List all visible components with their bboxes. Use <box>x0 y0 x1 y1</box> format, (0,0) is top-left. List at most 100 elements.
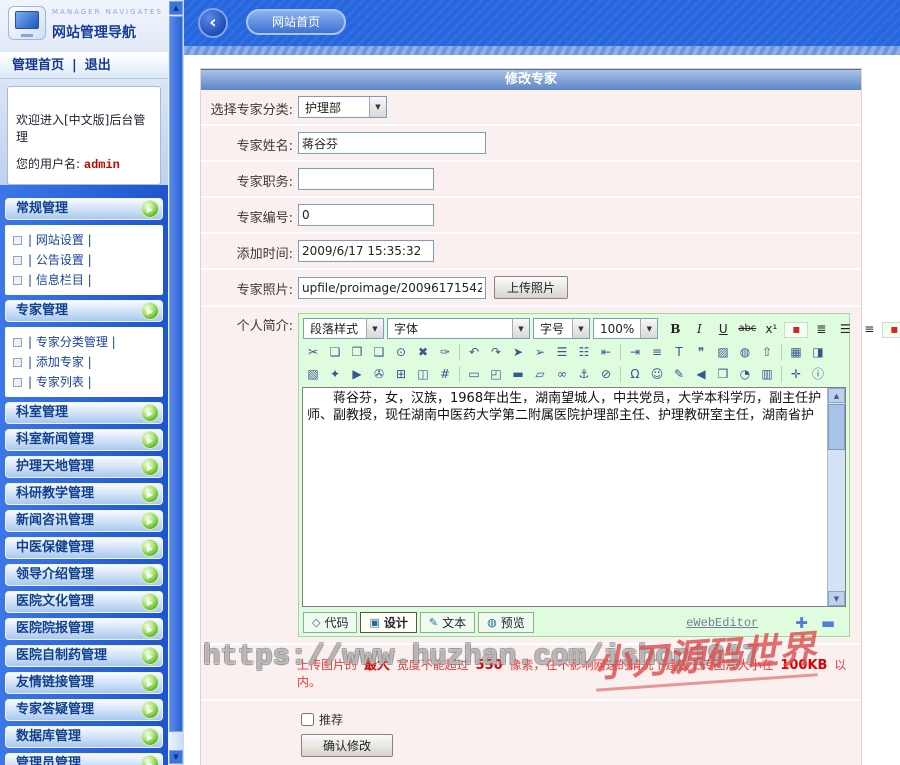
paste-icon[interactable]: ❐ <box>347 343 367 361</box>
bold-button[interactable]: B <box>664 320 686 338</box>
scroll-down-icon[interactable]: ▼ <box>169 750 183 764</box>
logout-link[interactable]: 退出 <box>85 58 111 73</box>
anchor-icon[interactable]: ⚓ <box>574 365 594 383</box>
expert-position-input[interactable] <box>298 168 434 190</box>
sidebar-group[interactable]: 常规管理 ▶ <box>5 198 163 220</box>
paragraph-style-select[interactable]: 段落样式 ▼ <box>303 318 384 339</box>
marquee-icon[interactable]: ▱ <box>530 365 550 383</box>
font-select[interactable]: 字体 ▼ <box>387 318 530 339</box>
align-left-button[interactable]: ≣ <box>810 320 832 338</box>
sidebar-group[interactable]: 科研教学管理 ▶ <box>5 483 163 505</box>
select-all-icon[interactable]: ➢ <box>530 343 550 361</box>
frame-icon[interactable]: ▭ <box>464 365 484 383</box>
flash-icon[interactable]: ✦ <box>325 365 345 383</box>
clipart-icon[interactable]: ❒ <box>713 365 733 383</box>
plus-icon[interactable]: ✚ <box>795 614 808 632</box>
minus-icon[interactable]: ▬ <box>821 614 835 632</box>
recommend-checkbox[interactable] <box>301 713 314 726</box>
font-size-select[interactable]: 字号 ▼ <box>533 318 590 339</box>
intro-text[interactable]: 蒋谷芬，女，汉族，1968年出生，湖南望城人，中共党员，大学本科学历，副主任护师… <box>303 388 845 426</box>
emoticon-icon[interactable]: ☺ <box>647 365 667 383</box>
expert-number-input[interactable] <box>298 204 434 226</box>
layer-icon[interactable]: ◰ <box>486 365 506 383</box>
scroll-down-icon[interactable]: ▼ <box>828 591 845 606</box>
copy-icon[interactable]: ❏ <box>325 343 345 361</box>
cut-icon[interactable]: ✂ <box>303 343 323 361</box>
globe-icon[interactable]: ◍ <box>735 343 755 361</box>
undo-icon[interactable]: ↶ <box>464 343 484 361</box>
snapshot-icon[interactable]: ◨ <box>808 343 828 361</box>
quote-icon[interactable]: ❞ <box>691 343 711 361</box>
sidebar-group[interactable]: 中医保健管理 ▶ <box>5 537 163 559</box>
admin-home-link[interactable]: 管理首页 <box>12 58 64 73</box>
first-line-indent-icon[interactable]: ≡ <box>647 343 667 361</box>
tab-preview[interactable]: ◍ 预览 <box>478 612 534 633</box>
background-icon[interactable]: ▨ <box>713 343 733 361</box>
image-icon[interactable]: ▧ <box>303 365 323 383</box>
sidebar-group[interactable]: 数据库管理 ▶ <box>5 726 163 748</box>
sidebar-group[interactable]: 医院自制药管理 ▶ <box>5 645 163 667</box>
scrollbar-thumb[interactable] <box>169 16 183 732</box>
sidebar-group[interactable]: 专家答疑管理 ▶ <box>5 699 163 721</box>
redo-icon[interactable]: ↷ <box>486 343 506 361</box>
sidebar-item[interactable]: | 专家列表 | <box>13 372 163 392</box>
paste-doc-icon[interactable]: ▥ <box>757 365 777 383</box>
tab-design[interactable]: ▣ 设计 <box>360 612 417 633</box>
upload-icon[interactable]: ⇧ <box>757 343 777 361</box>
indent-icon[interactable]: ⇥ <box>625 343 645 361</box>
align-center-button[interactable]: ☰ <box>834 320 856 338</box>
site-home-button[interactable]: 网站首页 <box>246 9 347 35</box>
attachment-icon[interactable]: ✇ <box>369 365 389 383</box>
scrollbar-thumb[interactable] <box>828 404 845 450</box>
expert-name-input[interactable] <box>298 132 486 154</box>
select-icon[interactable]: ➤ <box>508 343 528 361</box>
align-right-button[interactable]: ≡ <box>858 320 880 338</box>
insert-table-icon[interactable]: ⊞ <box>391 365 411 383</box>
unlink-icon[interactable]: ⊘ <box>596 365 616 383</box>
about-icon[interactable]: ⓘ <box>808 365 828 383</box>
back-button[interactable]: ‹ <box>198 8 228 38</box>
find-icon[interactable]: ⊙ <box>391 343 411 361</box>
expert-category-select[interactable]: 护理部 ▼ <box>298 96 387 118</box>
ordered-list-icon[interactable]: ☰ <box>552 343 572 361</box>
underline-button[interactable]: U <box>712 320 734 338</box>
highlight-color-button[interactable]: ▪ <box>882 321 900 338</box>
add-time-input[interactable] <box>298 240 434 262</box>
submit-button[interactable]: 确认修改 <box>301 734 393 757</box>
ewebeditor-link[interactable]: eWebEditor <box>686 616 758 630</box>
sidebar-group[interactable]: 科室新闻管理 ▶ <box>5 429 163 451</box>
delete-icon[interactable]: ✖ <box>413 343 433 361</box>
sidebar-item[interactable]: | 网站设置 | <box>13 230 163 250</box>
word-import-icon[interactable]: ▦ <box>786 343 806 361</box>
edit-table-icon[interactable]: ◫ <box>413 365 433 383</box>
flag-icon[interactable]: ◀ <box>691 365 711 383</box>
sidebar-group[interactable]: 领导介绍管理 ▶ <box>5 564 163 586</box>
outdent-icon[interactable]: ⇤ <box>596 343 616 361</box>
editor-scrollbar[interactable]: ▲ ▼ <box>827 388 845 606</box>
sidebar-group[interactable]: 医院文化管理 ▶ <box>5 591 163 613</box>
scroll-up-icon[interactable]: ▲ <box>828 388 845 403</box>
format-painter-icon[interactable]: ✑ <box>435 343 455 361</box>
unordered-list-icon[interactable]: ☷ <box>574 343 594 361</box>
sidebar-group[interactable]: 专家管理 ▶ <box>5 300 163 322</box>
sidebar-item[interactable]: | 添加专家 | <box>13 352 163 372</box>
upload-photo-button[interactable]: 上传照片 <box>494 276 569 299</box>
sidebar-group[interactable]: 护理天地管理 ▶ <box>5 456 163 478</box>
photo-path-input[interactable] <box>298 277 486 299</box>
sidebar-group[interactable]: 新闻咨讯管理 ▶ <box>5 510 163 532</box>
sidebar-group[interactable]: 医院院报管理 ▶ <box>5 618 163 640</box>
text-style-icon[interactable]: T <box>669 343 689 361</box>
art-text-icon[interactable]: ✎ <box>669 365 689 383</box>
sidebar-scrollbar[interactable]: ▲ ▼ <box>168 0 184 765</box>
tab-code[interactable]: ◇ 代码 <box>303 612 358 633</box>
sidebar-group[interactable]: 管理员管理 ▶ <box>5 753 163 765</box>
strikethrough-button[interactable]: abc <box>736 320 758 338</box>
paste-text-icon[interactable]: ❑ <box>369 343 389 361</box>
date-time-icon[interactable]: ◔ <box>735 365 755 383</box>
fullscreen-icon[interactable]: ✛ <box>786 365 806 383</box>
hr-icon[interactable]: ▬ <box>508 365 528 383</box>
sidebar-item[interactable]: | 公告设置 | <box>13 250 163 270</box>
media-icon[interactable]: ▶ <box>347 365 367 383</box>
link-icon[interactable]: ∞ <box>552 365 572 383</box>
font-color-button[interactable]: ▪ <box>784 321 809 338</box>
